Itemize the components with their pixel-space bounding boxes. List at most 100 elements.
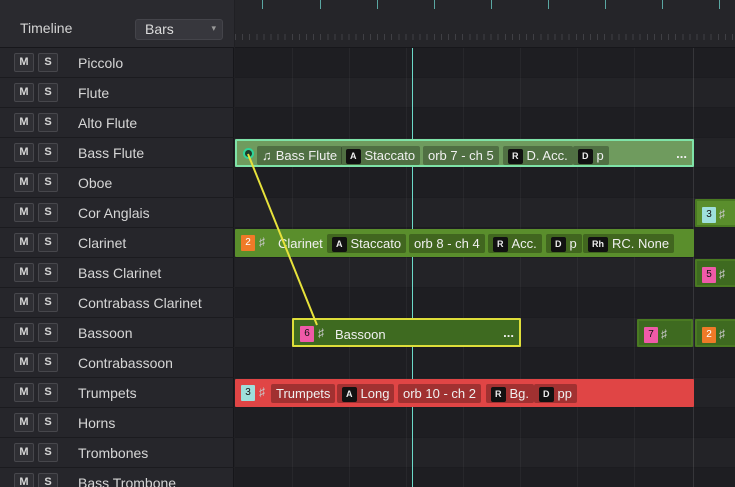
mute-button[interactable]: M (14, 53, 34, 72)
beat-gridline (349, 48, 350, 487)
sharp-icon: ♯ (719, 327, 725, 341)
channel-tag[interactable]: orb 10 - ch 2 (398, 384, 481, 403)
channel-tag[interactable]: orb 8 - ch 4 (409, 234, 485, 253)
reverb-tag[interactable]: R D. Acc. (503, 146, 573, 165)
articulation-tag[interactable]: A Staccato (327, 234, 407, 253)
mute-button[interactable]: M (14, 143, 34, 162)
articulation-key: A (332, 237, 347, 252)
solo-button[interactable]: S (38, 233, 58, 252)
mute-button[interactable]: M (14, 113, 34, 132)
solo-button[interactable]: S (38, 473, 58, 487)
bar-ruler[interactable] (235, 0, 735, 48)
mute-button[interactable]: M (14, 263, 34, 282)
solo-button[interactable]: S (38, 173, 58, 192)
lane[interactable] (235, 258, 735, 288)
articulation-tag[interactable]: A Staccato (341, 146, 421, 165)
lane[interactable] (235, 78, 735, 108)
lane[interactable] (235, 348, 735, 378)
timeline-canvas[interactable]: ♫ Bass Flute A Staccato orb 7 - ch 5 R D. A… (235, 0, 735, 487)
reverb-tag[interactable]: R Acc. (488, 234, 542, 253)
mute-button[interactable]: M (14, 473, 34, 487)
clip-bass-clarinet[interactable]: 5 ♯ (695, 259, 735, 287)
solo-button[interactable]: S (38, 443, 58, 462)
ruler-tick (434, 0, 435, 9)
channel-tag[interactable]: orb 7 - ch 5 (423, 146, 499, 165)
clip-cor-anglais[interactable]: 3 ♯ (695, 199, 735, 227)
mute-button[interactable]: M (14, 443, 34, 462)
track-row-bass-trombone[interactable]: M S Bass Trombone (0, 468, 234, 487)
solo-button[interactable]: S (38, 143, 58, 162)
clip-clarinet[interactable]: 2 ♯ Clarinet A Staccato orb 8 - ch 4 R Acc… (235, 229, 694, 257)
clip-trumpets[interactable]: 3 ♯ Trumpets A Long orb 10 - ch 2 R Bg. Dp… (235, 379, 694, 407)
solo-button[interactable]: S (38, 83, 58, 102)
track-row-bass-flute[interactable]: M S Bass Flute (0, 138, 234, 168)
ruler-tick (548, 0, 549, 9)
dynamic-tag[interactable]: Dp (573, 146, 609, 165)
track-row-alto-flute[interactable]: M S Alto Flute (0, 108, 234, 138)
ruler-subticks (235, 34, 735, 40)
mute-button[interactable]: M (14, 413, 34, 432)
track-row-bassoon[interactable]: M S Bassoon (0, 318, 234, 348)
clip-bassoon-3[interactable]: 2 ♯ (695, 319, 735, 347)
reverb-key: R (493, 237, 508, 252)
track-row-clarinet[interactable]: M S Clarinet (0, 228, 234, 258)
dynamic-key: D (551, 237, 566, 252)
clip-number-badge: 3 (241, 385, 255, 401)
mute-button[interactable]: M (14, 293, 34, 312)
track-row-oboe[interactable]: M S Oboe (0, 168, 234, 198)
track-row-bass-clarinet[interactable]: M S Bass Clarinet (0, 258, 234, 288)
view-mode-select[interactable]: Bars ▾ (135, 19, 223, 40)
reverb-tag[interactable]: R Bg. (486, 384, 535, 403)
beat-gridline (406, 48, 407, 487)
ruler-tick (605, 0, 606, 9)
lane[interactable] (235, 408, 735, 438)
mute-button[interactable]: M (14, 83, 34, 102)
clip-more-button[interactable]: ... (503, 325, 514, 340)
playhead[interactable] (412, 48, 413, 487)
dynamic-tag[interactable]: Dp (546, 234, 582, 253)
solo-button[interactable]: S (38, 413, 58, 432)
clip-name: Bassoon (335, 327, 386, 342)
solo-button[interactable]: S (38, 323, 58, 342)
track-row-piccolo[interactable]: M S Piccolo (0, 48, 234, 78)
track-row-cor-anglais[interactable]: M S Cor Anglais (0, 198, 234, 228)
lane[interactable] (235, 108, 735, 138)
lane[interactable] (235, 48, 735, 78)
track-row-flute[interactable]: M S Flute (0, 78, 234, 108)
mute-button[interactable]: M (14, 383, 34, 402)
solo-button[interactable]: S (38, 203, 58, 222)
mute-button[interactable]: M (14, 233, 34, 252)
mute-button[interactable]: M (14, 203, 34, 222)
articulation-value: Long (360, 386, 390, 401)
solo-button[interactable]: S (38, 383, 58, 402)
clip-more-button[interactable]: ... (676, 146, 687, 161)
solo-button[interactable]: S (38, 293, 58, 312)
mute-button[interactable]: M (14, 353, 34, 372)
solo-button[interactable]: S (38, 113, 58, 132)
lane[interactable] (235, 468, 735, 487)
clip-bassoon-2[interactable]: 7 ♯ (637, 319, 693, 347)
solo-button[interactable]: S (38, 353, 58, 372)
rh-key: Rh (588, 237, 608, 252)
link-handle-icon[interactable] (243, 148, 254, 159)
track-row-horns[interactable]: M S Horns (0, 408, 234, 438)
rh-tag[interactable]: Rh RC. None (583, 234, 675, 253)
track-row-trumpets[interactable]: M S Trumpets (0, 378, 234, 408)
mute-button[interactable]: M (14, 323, 34, 342)
articulation-tag[interactable]: A Long (337, 384, 395, 403)
solo-button[interactable]: S (38, 53, 58, 72)
lane[interactable] (235, 288, 735, 318)
dynamic-tag[interactable]: Dpp (534, 384, 577, 403)
clip-bassoon[interactable]: 6 ♯ Bassoon ... (292, 318, 521, 347)
clip-bass-flute[interactable]: ♫ Bass Flute A Staccato orb 7 - ch 5 R D. A… (235, 139, 694, 167)
track-row-trombones[interactable]: M S Trombones (0, 438, 234, 468)
mute-button[interactable]: M (14, 173, 34, 192)
lane[interactable] (235, 198, 735, 228)
beat-gridline (520, 48, 521, 487)
track-row-contrabassoon[interactable]: M S Contrabassoon (0, 348, 234, 378)
solo-button[interactable]: S (38, 263, 58, 282)
track-row-contrabass-clarinet[interactable]: M S Contrabass Clarinet (0, 288, 234, 318)
lane[interactable] (235, 168, 735, 198)
sharp-icon: ♯ (318, 326, 324, 340)
lane[interactable] (235, 438, 735, 468)
